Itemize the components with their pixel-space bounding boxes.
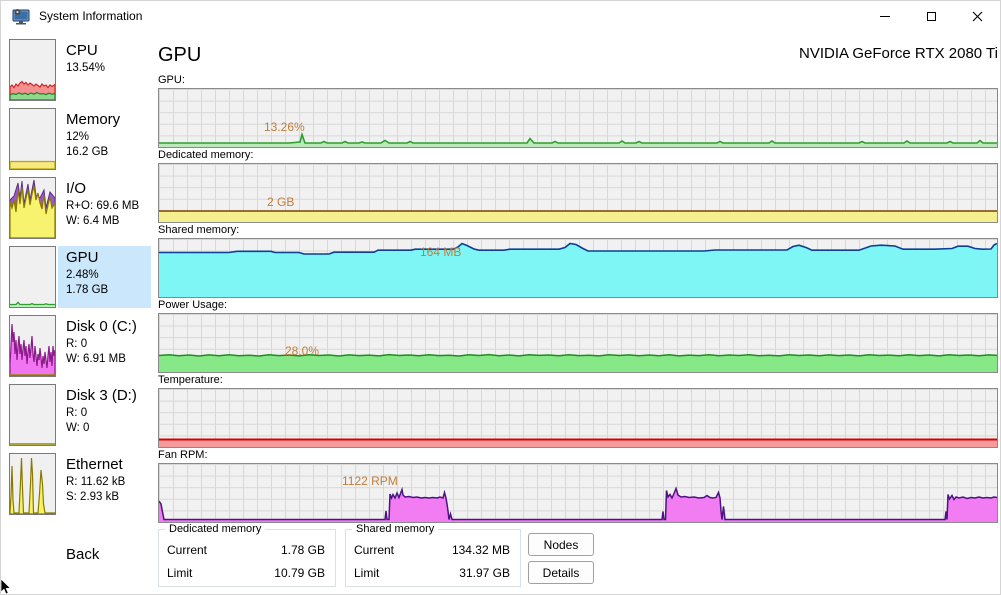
power-usage-value: 28.0%	[285, 344, 319, 358]
power-usage-graph: 28.0%	[158, 313, 998, 373]
gpu-usage-section: GPU: 13.26%	[158, 74, 998, 148]
app-icon	[11, 6, 31, 26]
sidebar-item-io[interactable]: I/O R+O: 69.6 MB W: 6.4 MB	[9, 177, 153, 239]
shared-memory-section: Shared memory: 164 MB	[158, 224, 998, 298]
dedicated-memory-label: Dedicated memory:	[158, 149, 998, 162]
gpu-usage-label: GPU:	[158, 74, 998, 87]
dedicated-memory-panel-legend: Dedicated memory	[165, 523, 265, 535]
close-button[interactable]	[954, 1, 1000, 31]
temperature-section: Temperature:	[158, 374, 998, 448]
nodes-button[interactable]: Nodes	[528, 533, 594, 556]
maximize-icon	[927, 12, 936, 21]
sidebar-item-gpu[interactable]: GPU 2.48% 1.78 GB	[9, 246, 153, 308]
maximize-button[interactable]	[908, 1, 954, 31]
power-usage-label: Power Usage:	[158, 299, 998, 312]
dedicated-memory-panel: Dedicated memory Current 1.78 GB Limit 1…	[158, 529, 336, 587]
page-title: GPU	[158, 43, 201, 67]
shared-memory-value: 164 MB	[420, 245, 461, 259]
back-button[interactable]: Back	[66, 546, 153, 563]
disk0-minigraph	[9, 315, 56, 377]
sidebar-io-label: I/O	[66, 178, 151, 199]
dedicated-current-value: 1.78 GB	[281, 541, 325, 560]
power-usage-section: Power Usage: 28.0%	[158, 299, 998, 373]
minimize-button[interactable]	[862, 1, 908, 31]
cpu-minigraph	[9, 39, 56, 101]
shared-memory-label: Shared memory:	[158, 224, 998, 237]
shared-limit-value: 31.97 GB	[459, 564, 510, 583]
sidebar-disk3-label: Disk 3 (D:)	[66, 385, 151, 406]
sidebar-ethernet-label: Ethernet	[66, 454, 151, 475]
title-bar: System Information	[1, 1, 1000, 31]
dedicated-limit-label: Limit	[167, 564, 192, 583]
sidebar-disk0-label: Disk 0 (C:)	[66, 316, 151, 337]
gpu-usage-graph: 13.26%	[158, 88, 998, 148]
dedicated-memory-graph: 2 GB	[158, 163, 998, 223]
sidebar-memory-label: Memory	[66, 109, 151, 130]
shared-current-value: 134.32 MB	[452, 541, 510, 560]
bottom-panels: Dedicated memory Current 1.78 GB Limit 1…	[158, 525, 998, 587]
system-information-window: System Information CPU 13.54%	[0, 0, 1001, 595]
memory-minigraph	[9, 108, 56, 170]
fan-rpm-section: Fan RPM: 1122 RPM	[158, 449, 998, 523]
sidebar-cpu-label: CPU	[66, 40, 151, 61]
shared-memory-panel: Shared memory Current 134.32 MB Limit 31…	[345, 529, 521, 587]
main-panel: GPU NVIDIA GeForce RTX 2080 Ti GPU: 13.2…	[158, 31, 998, 587]
window-title: System Information	[39, 9, 142, 23]
disk3-minigraph	[9, 384, 56, 446]
ethernet-minigraph	[9, 453, 56, 515]
sidebar-gpu-label: GPU	[66, 247, 151, 268]
details-button[interactable]: Details	[528, 561, 594, 584]
dedicated-memory-value: 2 GB	[267, 195, 294, 209]
gpu-usage-value: 13.26%	[264, 120, 305, 134]
temperature-label: Temperature:	[158, 374, 998, 387]
dedicated-current-label: Current	[167, 541, 207, 560]
fan-rpm-label: Fan RPM:	[158, 449, 998, 462]
sidebar-cpu-value: 13.54%	[66, 61, 151, 76]
shared-limit-label: Limit	[354, 564, 379, 583]
sidebar-item-memory[interactable]: Memory 12% 16.2 GB	[9, 108, 153, 170]
sidebar-item-disk3[interactable]: Disk 3 (D:) R: 0 W: 0	[9, 384, 153, 446]
io-minigraph	[9, 177, 56, 239]
sidebar-item-cpu[interactable]: CPU 13.54%	[9, 39, 153, 101]
sidebar-item-ethernet[interactable]: Ethernet R: 11.62 kB S: 2.93 kB	[9, 453, 153, 515]
gpu-minigraph	[9, 246, 56, 308]
shared-memory-graph: 164 MB	[158, 238, 998, 298]
minimize-icon	[880, 16, 890, 17]
dedicated-memory-section: Dedicated memory: 2 GB	[158, 149, 998, 223]
fan-rpm-graph: 1122 RPM	[158, 463, 998, 523]
sidebar: CPU 13.54% Memory 12% 16.2 GB	[1, 31, 153, 563]
dedicated-limit-value: 10.79 GB	[274, 564, 325, 583]
fan-rpm-value: 1122 RPM	[342, 474, 398, 488]
mouse-cursor	[0, 579, 13, 595]
shared-memory-panel-legend: Shared memory	[352, 523, 438, 535]
gpu-device-name: NVIDIA GeForce RTX 2080 Ti	[799, 43, 998, 65]
shared-current-label: Current	[354, 541, 394, 560]
temperature-graph	[158, 388, 998, 448]
close-icon	[972, 11, 983, 22]
sidebar-item-disk0[interactable]: Disk 0 (C:) R: 0 W: 6.91 MB	[9, 315, 153, 377]
